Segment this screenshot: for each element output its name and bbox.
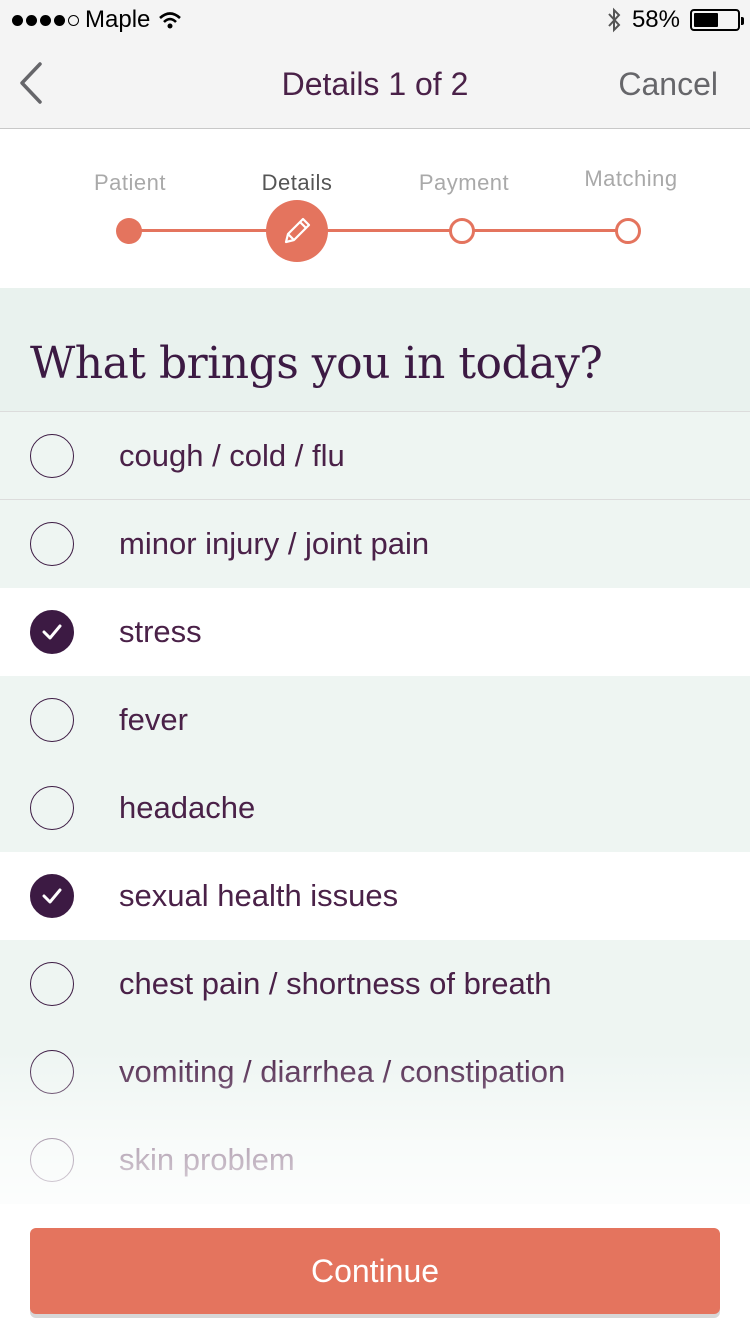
- progress-stepper: Patient Details Payment Matching: [0, 130, 750, 288]
- step-label-matching: Matching: [584, 166, 678, 191]
- pencil-icon: [284, 217, 311, 244]
- step-node-details: [266, 200, 328, 262]
- options-list: cough / cold / flu minor injury / joint p…: [0, 412, 750, 1212]
- continue-button[interactable]: Continue: [30, 1228, 720, 1314]
- option-row[interactable]: headache: [0, 764, 750, 852]
- step-label-payment: Payment: [418, 170, 510, 195]
- option-label: headache: [119, 790, 256, 825]
- option-row[interactable]: stress: [0, 588, 750, 676]
- step-node-patient: [116, 218, 142, 244]
- battery-percent: 58%: [631, 6, 680, 33]
- radio-button[interactable]: [30, 1138, 74, 1182]
- bluetooth-icon: [608, 7, 621, 33]
- cancel-button[interactable]: Cancel: [618, 66, 718, 103]
- option-label: fever: [119, 702, 188, 737]
- signal-dots-icon: [12, 14, 79, 26]
- option-label: stress: [119, 614, 202, 649]
- radio-button[interactable]: [30, 962, 74, 1006]
- option-label: minor injury / joint pain: [119, 526, 430, 561]
- option-row[interactable]: chest pain / shortness of breath: [0, 940, 750, 1028]
- battery-fill: [694, 13, 719, 27]
- question-title: What brings you in today?: [30, 338, 603, 389]
- option-row[interactable]: sexual health issues: [0, 852, 750, 940]
- step-node-matching: [615, 218, 641, 244]
- radio-button[interactable]: [30, 1050, 74, 1094]
- checkmark-icon: [42, 624, 62, 640]
- status-bar: Maple 58%: [0, 0, 750, 40]
- option-row[interactable]: vomiting / diarrhea / constipation: [0, 1028, 750, 1116]
- radio-button[interactable]: [30, 786, 74, 830]
- option-row[interactable]: skin problem: [0, 1116, 750, 1204]
- step-node-payment: [449, 218, 475, 244]
- question-header: What brings you in today?: [0, 288, 750, 412]
- option-label: chest pain / shortness of breath: [119, 966, 552, 1001]
- option-row[interactable]: minor injury / joint pain: [0, 500, 750, 588]
- radio-button[interactable]: [30, 433, 74, 478]
- carrier-name: Maple: [85, 6, 151, 33]
- status-left: Maple: [12, 6, 182, 34]
- radio-button[interactable]: [30, 698, 74, 742]
- step-label-details: Details: [261, 170, 333, 195]
- option-row[interactable]: fever: [0, 676, 750, 764]
- checked-radio[interactable]: [30, 610, 74, 654]
- option-label: skin problem: [119, 1142, 295, 1177]
- option-label: vomiting / diarrhea / constipation: [119, 1054, 566, 1089]
- wifi-icon: [159, 12, 182, 29]
- stepper-track: [129, 229, 629, 232]
- step-label-patient: Patient: [94, 170, 166, 195]
- checked-radio[interactable]: [30, 874, 74, 918]
- option-row[interactable]: cough / cold / flu: [0, 412, 750, 500]
- option-label: cough / cold / flu: [119, 437, 345, 473]
- checkmark-icon: [42, 888, 62, 904]
- battery-icon: [690, 9, 744, 31]
- radio-button[interactable]: [30, 522, 74, 566]
- nav-bar: Details 1 of 2 Cancel: [0, 40, 750, 129]
- status-right: 58%: [606, 6, 744, 34]
- option-label: sexual health issues: [119, 878, 399, 913]
